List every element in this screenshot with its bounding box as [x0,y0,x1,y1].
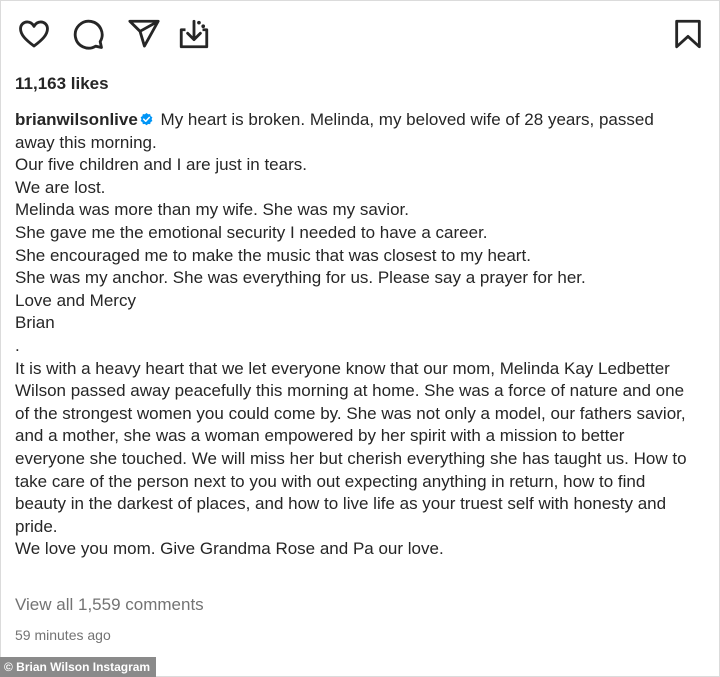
bookmark-icon [675,19,701,49]
post-timestamp[interactable]: 59 minutes ago [15,627,111,643]
caption-line: We are lost. [15,177,106,197]
like-count[interactable]: 11,163 likes [15,74,109,94]
bookmark-button[interactable] [671,17,705,51]
comment-button[interactable] [71,17,105,51]
comment-bubble-icon [73,19,104,50]
caption-line: Love and Mercy [15,290,136,310]
caption-line: Our five children and I are just in tear… [15,155,307,175]
download-button[interactable] [177,17,211,51]
caption-line: Brian [15,313,55,333]
caption-line: Melinda was more than my wife. She was m… [15,200,409,220]
view-all-comments-link[interactable]: View all 1,559 comments [15,595,204,615]
username-link[interactable]: brianwilsonlive [15,110,138,129]
caption-line: She was my anchor. She was everything fo… [15,268,586,288]
instagram-post-card: 11,163 likes brianwilsonlive My heart is… [0,0,720,677]
caption-line: She gave me the emotional security I nee… [15,222,488,242]
heart-icon [19,20,49,48]
post-action-bar [15,17,707,53]
caption-line: She encouraged me to make the music that… [15,245,531,265]
paper-plane-icon [128,19,160,48]
caption-family-paragraph: It is with a heavy heart that we let eve… [15,358,687,536]
like-button[interactable] [17,17,51,51]
download-icon [179,19,209,49]
post-caption: brianwilsonlive My heart is broken. Meli… [15,109,695,561]
caption-closing-line: We love you mom. Give Grandma Rose and P… [15,539,444,559]
caption-first-line: brianwilsonlive My heart is broken. Meli… [15,109,695,154]
verified-badge-icon [140,112,153,126]
share-button[interactable] [127,17,161,51]
photo-credit: © Brian Wilson Instagram [0,657,157,677]
caption-line: . [15,335,20,355]
